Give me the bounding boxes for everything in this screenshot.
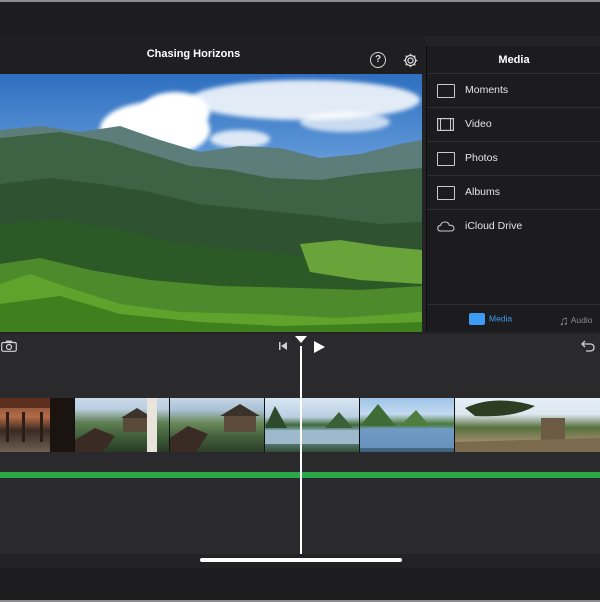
video-preview[interactable] [0,74,422,332]
project-title: Chasing Horizons [146,48,241,60]
clip-thumbnail[interactable] [455,398,600,452]
media-item-label: Video [465,118,492,130]
moments-icon [437,84,455,98]
media-panel-title: Media [498,54,530,66]
skip-to-start-icon[interactable] [278,341,288,351]
music-note-icon: ♫ [559,313,569,328]
tab-audio-label: Audio [570,314,593,325]
media-browser: Media Moments Video Photos Albums iCloud… [426,46,600,332]
bottom-bezel [0,568,600,602]
camera-icon[interactable] [1,340,17,352]
media-item-albums[interactable]: Albums [427,175,600,210]
home-indicator[interactable] [200,558,402,562]
media-item-label: Photos [465,152,498,164]
tab-audio[interactable]: ♫ Audio [559,313,593,328]
help-icon[interactable]: ? [370,52,386,68]
media-item-icloud-drive[interactable]: iCloud Drive [427,209,600,244]
media-item-moments[interactable]: Moments [427,73,600,108]
clip-thumbnail[interactable] [75,398,169,452]
clip-thumbnail[interactable] [360,398,454,452]
viewer-header: Chasing Horizons [0,36,425,74]
media-item-photos[interactable]: Photos [427,141,600,176]
media-item-video[interactable]: Video [427,107,600,142]
undo-icon[interactable] [581,339,595,352]
media-item-label: Moments [465,84,509,96]
media-tab-icon [469,313,485,325]
gear-icon[interactable] [402,52,419,69]
playhead[interactable] [300,346,302,554]
photo-icon [437,152,455,166]
clip-thumbnail[interactable] [0,398,74,452]
film-icon [437,118,454,131]
clip-thumbnail[interactable] [170,398,264,452]
media-item-label: Albums [465,186,501,198]
media-item-label: iCloud Drive [465,220,523,232]
tab-media-label: Media [489,313,513,324]
tab-media[interactable]: Media [469,313,512,325]
albums-icon [437,186,455,200]
clip-thumbnail[interactable] [265,398,359,452]
playhead-marker[interactable] [295,336,307,343]
media-tab-bar: Media ♫ Audio [427,304,600,333]
play-icon[interactable] [313,340,326,354]
top-bezel [0,0,600,38]
cloud-icon [437,221,455,232]
